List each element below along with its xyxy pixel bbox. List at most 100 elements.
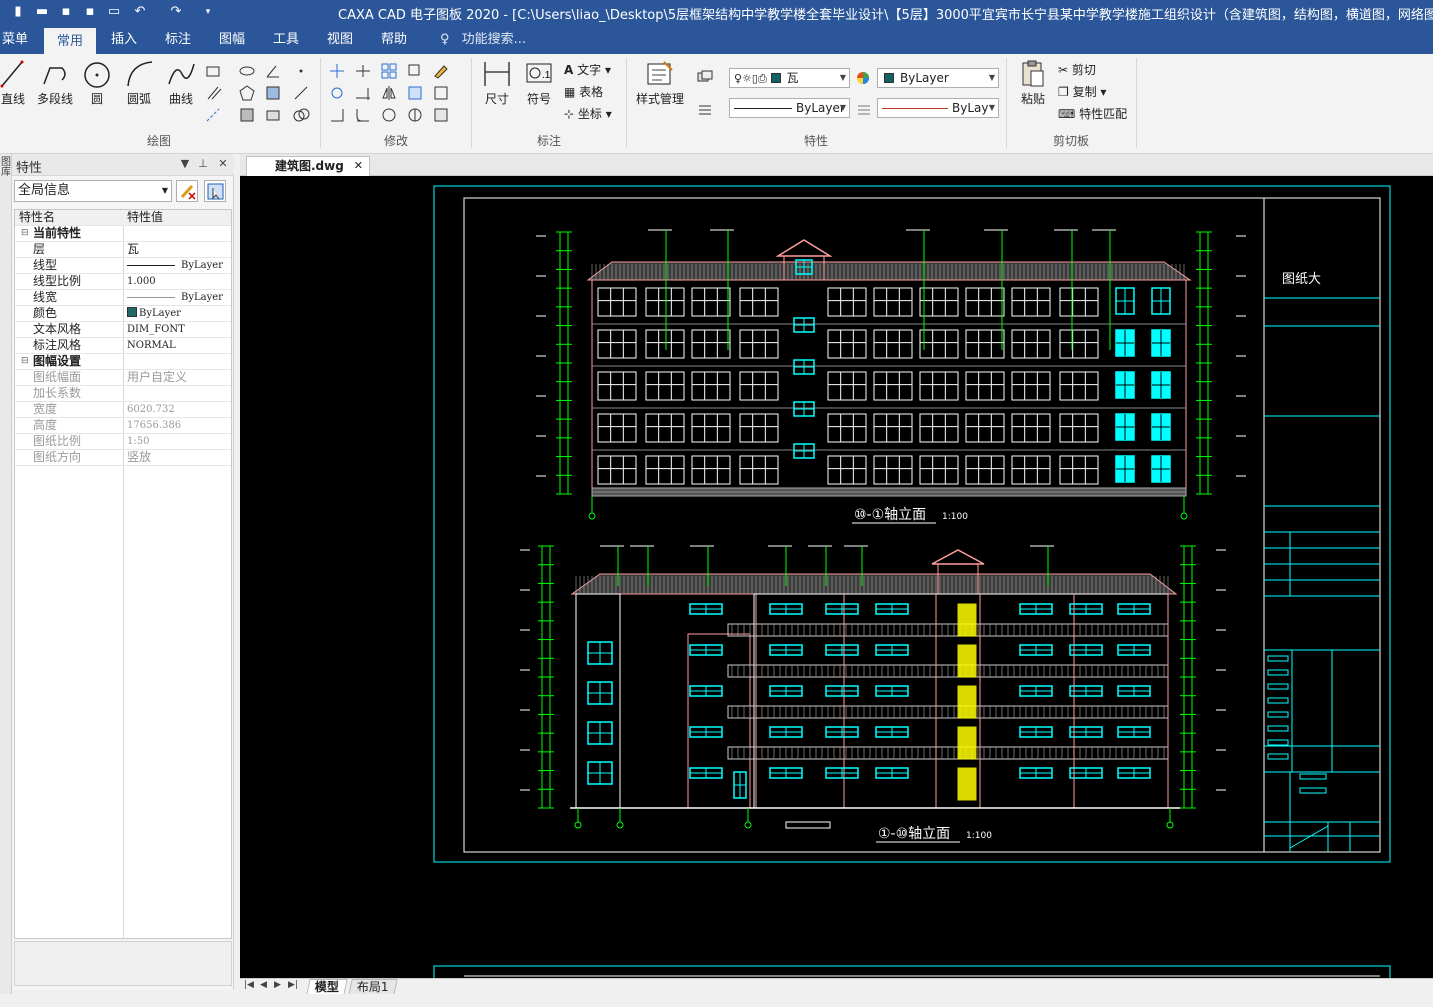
table-button[interactable]: ▦ 表格 [564, 84, 603, 100]
category-current[interactable]: ⊟ 当前特性 [15, 226, 231, 242]
explode-icon[interactable] [432, 84, 450, 102]
scope-dropdown[interactable]: 全局信息 ▼ [14, 180, 172, 202]
drawing-canvas[interactable]: 图纸大 ⑩-①轴立面 1:100 ①-⑩轴立面 1:100 [240, 176, 1433, 978]
match-properties-button[interactable]: ⌨ 特性匹配 [1058, 106, 1127, 122]
redo-icon[interactable]: ↷ [168, 4, 184, 20]
tab-menu[interactable]: 菜单 [0, 28, 30, 54]
arc-button[interactable]: 圆弧 [122, 58, 156, 106]
parallel-line-icon[interactable] [204, 84, 222, 102]
property-row-sheet-scale[interactable]: 图纸比例 1:50 [15, 434, 231, 450]
tab-insert[interactable]: 插入 [100, 28, 148, 54]
panel-menu-icon[interactable]: ▼ [178, 157, 192, 170]
property-row-height[interactable]: 高度 17656.386 [15, 418, 231, 434]
close-icon[interactable]: ✕ [354, 157, 363, 175]
centerline-icon[interactable] [204, 106, 222, 124]
close-icon[interactable]: ✕ [216, 157, 230, 170]
property-row-linetype-scale[interactable]: 线型比例 1.000 [15, 274, 231, 290]
erase-icon[interactable] [432, 62, 450, 80]
quick-select-icon[interactable] [204, 180, 226, 202]
document-tab[interactable]: 建筑图.dwg ✕ [246, 156, 370, 176]
property-row-layer[interactable]: 层 瓦 [15, 242, 231, 258]
text-button[interactable]: A 文字 ▾ [564, 62, 611, 78]
copy-button[interactable]: ❐ 复制 ▾ [1058, 84, 1106, 100]
angle-line-icon[interactable] [264, 62, 282, 80]
property-row-lineweight[interactable]: 线宽 ByLayer [15, 290, 231, 306]
stretch-icon[interactable] [380, 106, 398, 124]
undo-icon[interactable]: ↶ [132, 4, 148, 20]
polygon-icon[interactable] [238, 84, 256, 102]
mirror-icon[interactable] [380, 84, 398, 102]
property-row-linetype[interactable]: 线型 ByLayer [15, 258, 231, 274]
pin-icon[interactable]: ⊥ [196, 157, 210, 170]
save-icon[interactable]: ▪ [58, 4, 74, 20]
line-button[interactable]: 直线 [0, 58, 30, 106]
feature-search[interactable]: ♀ 功能搜索... [440, 28, 526, 54]
rotate-icon[interactable] [328, 84, 346, 102]
tab-sheet[interactable]: 图幅 [208, 28, 256, 54]
next-layout-icon[interactable]: ▶ [274, 980, 281, 990]
array-icon[interactable] [380, 62, 398, 80]
cut-button[interactable]: ✂ 剪切 [1058, 62, 1096, 78]
save-all-icon[interactable]: ▪ [82, 4, 98, 20]
dimension-button[interactable]: 尺寸 [478, 58, 516, 106]
curve-button[interactable]: 曲线 [164, 58, 198, 106]
polyline-button[interactable]: 多段线 [34, 58, 76, 106]
color-dropdown[interactable]: ByLayer ▼ [877, 68, 999, 88]
color-wheel-icon[interactable] [854, 69, 872, 87]
circle-button[interactable]: 圆 [80, 58, 114, 106]
lineweight-list-icon[interactable] [696, 100, 714, 118]
block-icon[interactable] [238, 106, 256, 124]
customize-qa-icon[interactable]: ▾ [200, 4, 216, 20]
scale-icon[interactable] [406, 84, 424, 102]
rectangle-icon[interactable] [204, 62, 222, 80]
gate-frame [687, 633, 751, 809]
hatch-icon[interactable] [264, 84, 282, 102]
category-sheet-settings[interactable]: ⊟ 图幅设置 [15, 354, 231, 370]
edit-block-icon[interactable] [432, 106, 450, 124]
tab-layout1[interactable]: 布局1 [348, 979, 398, 995]
prev-layout-icon[interactable]: ◀ [260, 980, 267, 990]
property-row-dim-style[interactable]: 标注风格 NORMAL [15, 338, 231, 354]
property-row-extension-factor[interactable]: 加长系数 [15, 386, 231, 402]
ellipse-icon[interactable] [238, 62, 256, 80]
trim-icon[interactable] [354, 62, 372, 80]
style-manager-button[interactable]: 样式管理 [632, 58, 688, 106]
point-icon[interactable] [292, 62, 310, 80]
tab-annotate[interactable]: 标注 [154, 28, 202, 54]
lineweight-icon[interactable] [855, 100, 873, 118]
new-file-icon[interactable]: ▮ [10, 4, 26, 20]
library-side-strip[interactable]: 图库 [0, 154, 12, 1007]
tab-model[interactable]: 模型 [306, 979, 348, 995]
leader-icon[interactable] [292, 84, 310, 102]
paste-button[interactable]: 粘贴 [1014, 58, 1052, 106]
property-row-text-style[interactable]: 文本风格 DIM_FONT [15, 322, 231, 338]
first-layout-icon[interactable]: |◀ [244, 980, 254, 990]
property-row-color[interactable]: 颜色 ByLayer [15, 306, 231, 322]
tab-view[interactable]: 视图 [316, 28, 364, 54]
coordinate-button[interactable]: ⊹ 坐标 ▾ [564, 106, 612, 122]
print-icon[interactable]: ▭ [106, 4, 122, 20]
symbol-button[interactable]: .1 符号 [520, 58, 558, 106]
property-row-width[interactable]: 宽度 6020.732 [15, 402, 231, 418]
move-icon[interactable] [328, 62, 346, 80]
break-icon[interactable] [406, 106, 424, 124]
tab-common[interactable]: 常用 [44, 28, 96, 54]
open-file-icon[interactable]: ▬ [34, 4, 50, 20]
fillet-icon[interactable] [354, 106, 372, 124]
tab-tools[interactable]: 工具 [262, 28, 310, 54]
layer-tools-icon[interactable] [696, 68, 714, 86]
property-row-sheet-size[interactable]: 图纸幅面 用户自定义 [15, 370, 231, 386]
cloud-icon[interactable] [292, 106, 310, 124]
linetype-dropdown[interactable]: ByLayer ▼ [729, 98, 850, 118]
offset-icon[interactable] [328, 106, 346, 124]
last-layout-icon[interactable]: ▶| [288, 980, 298, 990]
region-icon[interactable] [264, 106, 282, 124]
lineweight-dropdown[interactable]: ByLay ▼ [877, 98, 999, 118]
layer-dropdown[interactable]: ♀☼▯⎙ 瓦 ▼ [729, 68, 850, 88]
extend-icon[interactable] [354, 84, 372, 102]
copy-object-icon[interactable] [406, 62, 424, 80]
tab-help[interactable]: 帮助 [370, 28, 418, 54]
property-row-orientation[interactable]: 图纸方向 竖放 [15, 450, 231, 466]
window [919, 455, 959, 485]
clear-selection-icon[interactable] [176, 180, 198, 202]
